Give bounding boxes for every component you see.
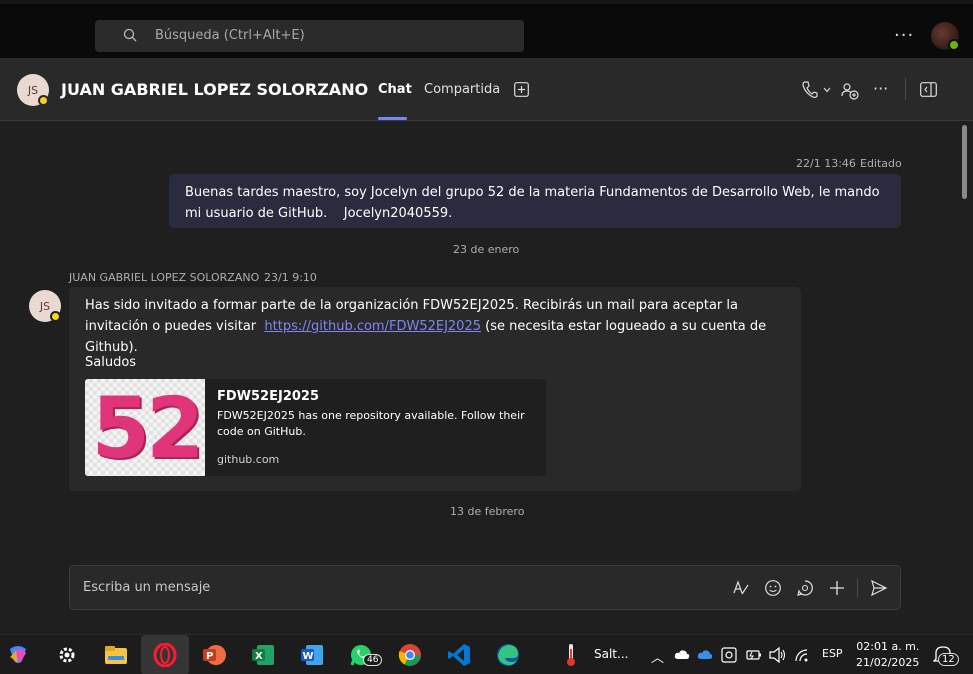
weather-text[interactable]: Salt... bbox=[594, 647, 628, 661]
search-box[interactable]: Búsqueda (Ctrl+Alt+E) bbox=[95, 20, 524, 52]
more-icon[interactable]: ··· bbox=[873, 79, 888, 98]
wifi-icon[interactable] bbox=[795, 649, 811, 662]
cloud-icon[interactable] bbox=[674, 649, 690, 660]
chevron-up-icon[interactable]: ︿ bbox=[651, 647, 664, 666]
active-tab-indicator bbox=[378, 117, 407, 120]
compose-divider bbox=[857, 578, 858, 598]
link-preview-image: 52 bbox=[85, 379, 205, 476]
format-icon[interactable] bbox=[732, 579, 750, 597]
plus-icon[interactable] bbox=[828, 579, 846, 597]
link-preview-description: FDW52EJ2025 has one repository available… bbox=[217, 409, 525, 438]
received-message[interactable]: Has sido invitado a formar parte de la o… bbox=[69, 287, 801, 491]
org-logo: 52 bbox=[91, 379, 205, 476]
system-clock[interactable]: 02:01 a. m. 21/02/2025 bbox=[856, 639, 919, 671]
title-strip bbox=[0, 0, 973, 4]
onedrive-icon[interactable] bbox=[697, 649, 713, 660]
word-icon[interactable]: W bbox=[298, 641, 326, 669]
more-options-icon[interactable]: ··· bbox=[894, 25, 914, 46]
tab-shared[interactable]: Compartida bbox=[424, 82, 500, 97]
contact-name: JUAN GABRIEL LOPEZ SOLORZANO bbox=[61, 80, 369, 99]
received-message-text: Has sido invitado a formar parte de la o… bbox=[85, 295, 785, 358]
github-org-link[interactable]: https://github.com/FDW52EJ2025 bbox=[264, 319, 481, 334]
sent-message-text: Buenas tardes maestro, soy Jocelyn del g… bbox=[185, 185, 884, 221]
svg-text:P: P bbox=[206, 651, 213, 662]
opera-browser-icon[interactable] bbox=[151, 641, 179, 669]
clock-time: 02:01 a. m. bbox=[856, 640, 920, 653]
sent-message[interactable]: Buenas tardes maestro, soy Jocelyn del g… bbox=[169, 174, 901, 228]
chrome-icon[interactable] bbox=[396, 641, 424, 669]
date-separator: 23 de enero bbox=[453, 243, 520, 256]
language-indicator[interactable]: ESP bbox=[822, 647, 843, 660]
scrollbar[interactable] bbox=[962, 125, 967, 199]
sender-name: JUAN GABRIEL LOPEZ SOLORZANO bbox=[69, 271, 260, 284]
online-status-badge bbox=[948, 39, 960, 51]
link-preview-domain: github.com bbox=[217, 453, 280, 466]
file-explorer-icon[interactable] bbox=[102, 641, 130, 669]
svg-text:X: X bbox=[255, 651, 263, 662]
tab-chat[interactable]: Chat bbox=[378, 82, 412, 97]
thermometer-icon[interactable] bbox=[565, 643, 577, 667]
loop-icon[interactable] bbox=[796, 579, 814, 597]
emoji-icon[interactable] bbox=[764, 579, 782, 597]
chevron-down-icon[interactable] bbox=[823, 87, 831, 93]
edited-label: Editado bbox=[860, 157, 902, 170]
avatar-initials: JS bbox=[39, 299, 51, 313]
excel-icon[interactable]: X bbox=[249, 641, 277, 669]
edge-icon[interactable] bbox=[494, 641, 522, 669]
settings-gear-icon[interactable] bbox=[53, 641, 81, 669]
phone-icon[interactable] bbox=[802, 81, 818, 99]
add-tab-icon[interactable] bbox=[514, 82, 529, 97]
volume-icon[interactable] bbox=[769, 647, 787, 663]
link-preview-title[interactable]: FDW52EJ2025 bbox=[217, 389, 319, 404]
away-status-badge bbox=[50, 311, 61, 322]
avatar-initials: JS bbox=[27, 83, 39, 97]
people-add-icon[interactable] bbox=[841, 82, 859, 100]
date-separator: 13 de febrero bbox=[450, 505, 525, 518]
battery-plug-icon[interactable] bbox=[745, 648, 763, 662]
link-preview-card[interactable]: 52 FDW52EJ2025 FDW52EJ2025 has one repos… bbox=[85, 379, 546, 476]
chat-header: JS JUAN GABRIEL LOPEZ SOLORZANO Chat Com… bbox=[0, 58, 973, 121]
powerpoint-icon[interactable]: P bbox=[200, 641, 228, 669]
compose-box[interactable]: Escriba un mensaje bbox=[69, 565, 901, 610]
svg-text:W: W bbox=[303, 651, 314, 662]
whatsapp-badge: 46 bbox=[363, 654, 383, 666]
windows-taskbar: P X W 46 Salt... ︿ ESP 02:01 a. m. 21/02… bbox=[0, 634, 973, 674]
received-timestamp: 23/1 9:10 bbox=[264, 271, 317, 284]
device-icon[interactable] bbox=[721, 647, 737, 663]
teams-window: Búsqueda (Ctrl+Alt+E) ··· JS JUAN GABRIE… bbox=[0, 0, 973, 674]
send-icon[interactable] bbox=[870, 579, 888, 597]
clock-date: 21/02/2025 bbox=[856, 656, 920, 669]
sent-timestamp: 22/1 13:46 bbox=[796, 157, 856, 170]
side-panel-icon[interactable] bbox=[920, 82, 937, 97]
notification-count: 12 bbox=[938, 653, 959, 666]
search-input[interactable]: Búsqueda (Ctrl+Alt+E) bbox=[155, 28, 305, 43]
top-bar: Búsqueda (Ctrl+Alt+E) ··· bbox=[0, 0, 973, 58]
message-closing: Saludos bbox=[85, 355, 137, 370]
away-status-badge bbox=[38, 95, 49, 106]
message-list[interactable]: 22/1 13:46 Editado Buenas tardes maestro… bbox=[0, 122, 973, 632]
search-icon bbox=[123, 28, 137, 42]
message-input[interactable]: Escriba un mensaje bbox=[83, 580, 210, 595]
copilot-icon[interactable] bbox=[4, 641, 32, 669]
vscode-icon[interactable] bbox=[445, 641, 473, 669]
header-divider bbox=[905, 78, 906, 100]
